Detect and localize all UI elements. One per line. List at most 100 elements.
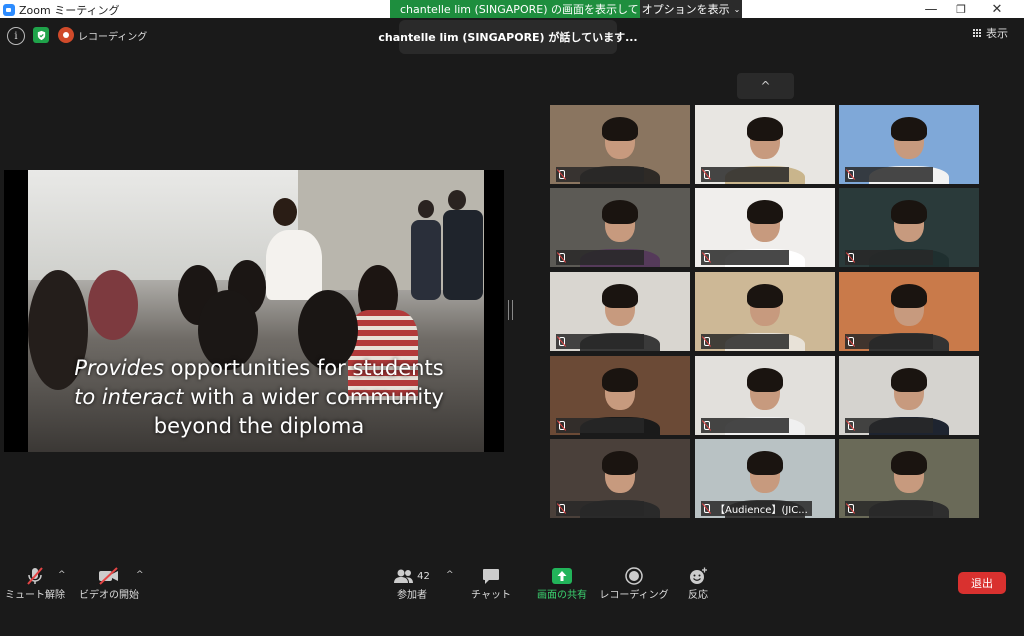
unmute-button[interactable]: ミュート解除 [5, 566, 65, 601]
muted-microphone-icon [701, 252, 712, 263]
encryption-shield-icon[interactable] [33, 27, 49, 43]
participant-nameplate [845, 167, 933, 182]
meeting-info-icon[interactable]: i [7, 27, 25, 45]
muted-microphone-icon [845, 252, 856, 263]
caption-line-1-text: opportunities for students [163, 356, 444, 380]
participant-hair [602, 284, 638, 308]
audio-options-caret-icon[interactable]: ^ [58, 570, 66, 580]
video-off-icon [98, 566, 120, 586]
participant-nameplate [556, 418, 644, 433]
muted-microphone-icon [701, 169, 712, 180]
leave-meeting-button[interactable]: 退出 [958, 572, 1006, 594]
muted-microphone-icon [701, 503, 712, 514]
maximize-button[interactable]: ❐ [946, 0, 976, 18]
participant-video-tile[interactable] [550, 188, 690, 267]
leave-label: 退出 [971, 577, 993, 590]
muted-microphone-icon [556, 503, 567, 514]
view-options-button[interactable]: オプションを表示 ⌄ [640, 0, 742, 18]
chat-button[interactable]: チャット [471, 566, 511, 601]
caption-line-2-text: with a wider community [183, 385, 444, 409]
participant-hair [602, 451, 638, 475]
participant-video-tile[interactable] [839, 272, 979, 351]
zoom-logo-icon [3, 4, 15, 16]
participant-nameplate [556, 250, 644, 265]
participant-video-tile[interactable] [695, 105, 835, 184]
collapse-gallery-button[interactable]: ^ [737, 73, 794, 99]
slide-caption: Provides opportunities for students to i… [44, 354, 474, 441]
recording-indicator-icon [58, 27, 74, 43]
participant-video-tile[interactable] [695, 356, 835, 435]
participant-nameplate [701, 167, 789, 182]
participant-hair [747, 451, 783, 475]
muted-microphone-icon [845, 169, 856, 180]
caption-line-3: beyond the diploma [153, 414, 365, 438]
participant-nameplate [845, 250, 933, 265]
view-switch-button[interactable]: 表示 [973, 25, 1008, 41]
participant-video-tile[interactable] [839, 439, 979, 518]
muted-microphone-icon [556, 420, 567, 431]
participant-video-tile[interactable] [695, 188, 835, 267]
participant-video-tile[interactable] [695, 272, 835, 351]
unmute-label: ミュート解除 [5, 590, 65, 601]
participant-nameplate: 【Audience】(JIC... [701, 501, 812, 516]
participants-options-caret-icon[interactable]: ^ [446, 570, 454, 580]
shared-screen[interactable]: Provides opportunities for students to i… [4, 170, 504, 452]
start-video-button[interactable]: ビデオの開始 [79, 566, 139, 601]
video-options-caret-icon[interactable]: ^ [136, 570, 144, 580]
muted-microphone-icon [556, 336, 567, 347]
muted-microphone-icon [701, 336, 712, 347]
sharing-banner-text: chantelle lim (SINGAPORE) の画面を表示しています [400, 3, 672, 16]
active-speaker-text: chantelle lim (SINGAPORE) が話しています... [378, 31, 638, 44]
participant-hair [891, 368, 927, 392]
participants-count: 42 [417, 570, 430, 582]
chevron-down-icon: ⌄ [733, 4, 741, 14]
participants-icon [394, 569, 414, 583]
participant-nameplate [845, 501, 933, 516]
participant-nameplate [701, 418, 789, 433]
participant-hair [602, 200, 638, 224]
close-button[interactable]: ✕ [982, 0, 1012, 18]
view-options-label: オプションを表示 [641, 3, 730, 16]
record-button[interactable]: レコーディング [599, 566, 669, 601]
emoji-add-icon [688, 566, 708, 586]
participant-nameplate [845, 334, 933, 349]
reactions-button[interactable]: 反応 [684, 566, 712, 601]
participants-button[interactable]: 42 参加者 [392, 566, 432, 601]
participant-nameplate [845, 418, 933, 433]
view-switch-label: 表示 [986, 27, 1008, 40]
muted-microphone-icon [845, 503, 856, 514]
caption-line-1-emphasis: Provides [74, 356, 164, 380]
minimize-button[interactable]: — [916, 0, 946, 18]
participant-video-tile[interactable] [839, 356, 979, 435]
caption-line-2-emphasis: to interact [74, 385, 184, 409]
participant-video-tile[interactable]: 【Audience】(JIC... [695, 439, 835, 518]
sharing-banner: chantelle lim (SINGAPORE) の画面を表示しています [390, 0, 682, 18]
participant-name: 【Audience】(JIC... [715, 505, 808, 516]
participant-nameplate [556, 501, 644, 516]
participant-video-tile[interactable] [550, 105, 690, 184]
caption-line-2: to interact with a wider community [44, 383, 474, 412]
reactions-label: 反応 [688, 590, 708, 601]
panel-resize-handle[interactable] [508, 300, 513, 320]
participant-hair [602, 368, 638, 392]
participant-video-tile[interactable] [839, 188, 979, 267]
participant-hair [602, 117, 638, 141]
participant-nameplate [701, 334, 789, 349]
participant-video-tile[interactable] [550, 439, 690, 518]
window-title: Zoom ミーティング [19, 4, 120, 17]
participant-video-tile[interactable] [550, 272, 690, 351]
share-screen-icon [552, 566, 572, 586]
start-video-label: ビデオの開始 [79, 590, 139, 601]
muted-microphone-icon [845, 420, 856, 431]
record-icon [625, 566, 643, 586]
participant-video-tile[interactable] [550, 356, 690, 435]
caption-line-1: Provides opportunities for students [44, 354, 474, 383]
participant-hair [891, 117, 927, 141]
participant-nameplate [556, 334, 644, 349]
participant-video-tile[interactable] [839, 105, 979, 184]
app-title: Zoom ミーティング [3, 2, 120, 18]
microphone-muted-icon [25, 566, 45, 586]
muted-microphone-icon [556, 252, 567, 263]
participant-hair [747, 117, 783, 141]
share-screen-button[interactable]: 画面の共有 [534, 566, 590, 601]
